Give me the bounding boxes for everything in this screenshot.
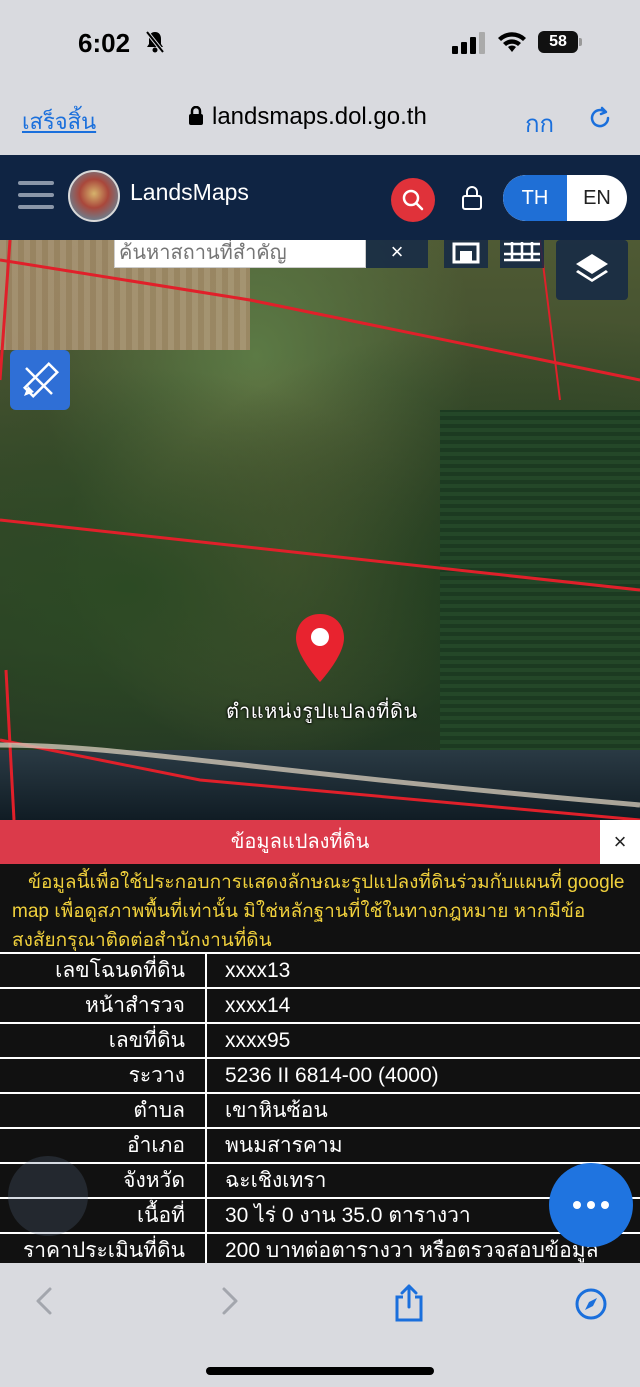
- home-button[interactable]: [444, 240, 488, 268]
- table-row: จังหวัด ฉะเชิงเทรา: [0, 1162, 640, 1198]
- panel-close-button[interactable]: ×: [600, 820, 640, 864]
- row-value: xxxx95: [206, 1022, 640, 1058]
- layers-button[interactable]: [556, 240, 628, 300]
- share-icon[interactable]: [392, 1283, 426, 1323]
- row-label: ตำบล: [0, 1092, 207, 1128]
- app-header: LandsMaps TH EN: [0, 155, 640, 240]
- status-bar: 6:02 58: [0, 22, 640, 66]
- clear-search-button[interactable]: ×: [366, 240, 428, 268]
- table-row: เนื้อที่ 30 ไร่ 0 งาน 35.0 ตารางวา: [0, 1197, 640, 1233]
- place-search-field[interactable]: [114, 240, 366, 268]
- url-text[interactable]: landsmaps.dol.go.th: [212, 103, 427, 131]
- text-size-button[interactable]: กก: [525, 104, 554, 143]
- more-dots-icon: [573, 1201, 581, 1209]
- home-icon: [452, 242, 480, 264]
- row-value: เขาหินซ้อน: [206, 1092, 640, 1128]
- row-label: หน้าสำรวจ: [0, 987, 207, 1023]
- done-button[interactable]: เสร็จสิ้น: [22, 104, 96, 139]
- menu-icon[interactable]: [18, 181, 54, 211]
- lock-icon: [189, 106, 203, 125]
- row-value: 5236 II 6814-00 (4000): [206, 1057, 640, 1093]
- status-time: 6:02: [78, 28, 131, 58]
- table-row: หน้าสำรวจ xxxx14: [0, 987, 640, 1023]
- satellite-map[interactable]: × ตำแหน่งรูปแปลงที่ดิน: [0, 240, 640, 820]
- place-search-input[interactable]: [115, 240, 365, 267]
- ruler-pencil-icon: [22, 361, 60, 399]
- bell-muted-icon: [145, 30, 165, 54]
- table-row: ตำบล เขาหินซ้อน: [0, 1092, 640, 1128]
- brand-title: LandsMaps: [130, 179, 249, 205]
- measure-tool-button[interactable]: [10, 350, 70, 410]
- forward-icon[interactable]: [218, 1285, 242, 1317]
- browser-toolbar: [0, 1263, 640, 1387]
- panel-title: ข้อมูลแปลงที่ดิน: [0, 820, 600, 864]
- more-options-button[interactable]: [549, 1163, 633, 1247]
- search-button[interactable]: [391, 178, 435, 222]
- dol-logo: [68, 170, 120, 222]
- table-row: เลขที่ดิน xxxx95: [0, 1022, 640, 1058]
- row-label: เลขโฉนดที่ดิน: [0, 952, 207, 988]
- browser-top-bar: 6:02 58 เสร็จสิ้น landsmaps.dol.go.th กก: [0, 0, 640, 155]
- row-value: xxxx14: [206, 987, 640, 1023]
- row-value: พนมสารคาม: [206, 1127, 640, 1163]
- battery-icon: 58: [538, 31, 582, 53]
- search-icon: [402, 189, 424, 211]
- login-lock-icon[interactable]: [461, 185, 483, 211]
- battery-level: 58: [538, 31, 578, 53]
- wifi-icon: [498, 32, 526, 52]
- grid-button[interactable]: [500, 240, 544, 268]
- compass-icon[interactable]: [574, 1287, 608, 1321]
- reload-icon[interactable]: [586, 104, 614, 132]
- location-pin-icon[interactable]: [294, 612, 346, 684]
- disclaimer-text: ข้อมูลนี้เพื่อใช้ประกอบการแสดงลักษณะรูปแ…: [12, 872, 625, 951]
- back-icon[interactable]: [32, 1285, 56, 1317]
- lang-en-button[interactable]: EN: [567, 175, 627, 221]
- row-value: xxxx13: [206, 952, 640, 988]
- table-row: ระวาง 5236 II 6814-00 (4000): [0, 1057, 640, 1093]
- row-label: อำเภอ: [0, 1127, 207, 1163]
- language-toggle[interactable]: TH EN: [503, 175, 627, 221]
- cellular-signal-icon: [452, 32, 485, 54]
- pin-label: ตำแหน่งรูปแปลงที่ดิน: [226, 701, 418, 723]
- parcel-boundaries: [0, 240, 640, 820]
- layers-icon: [576, 254, 608, 282]
- address-bar[interactable]: เสร็จสิ้น landsmaps.dol.go.th กก: [0, 92, 640, 142]
- grid-icon: [504, 242, 540, 262]
- table-row: อำเภอ พนมสารคาม: [0, 1127, 640, 1163]
- table-row: เลขโฉนดที่ดิน xxxx13: [0, 952, 640, 988]
- info-button[interactable]: [8, 1156, 88, 1236]
- parcel-table: เลขโฉนดที่ดิน xxxx13 หน้าสำรวจ xxxx14 เลขท…: [0, 952, 640, 1268]
- lang-th-button[interactable]: TH: [503, 175, 567, 221]
- row-label: ระวาง: [0, 1057, 207, 1093]
- home-indicator: [206, 1367, 434, 1375]
- row-label: เลขที่ดิน: [0, 1022, 207, 1058]
